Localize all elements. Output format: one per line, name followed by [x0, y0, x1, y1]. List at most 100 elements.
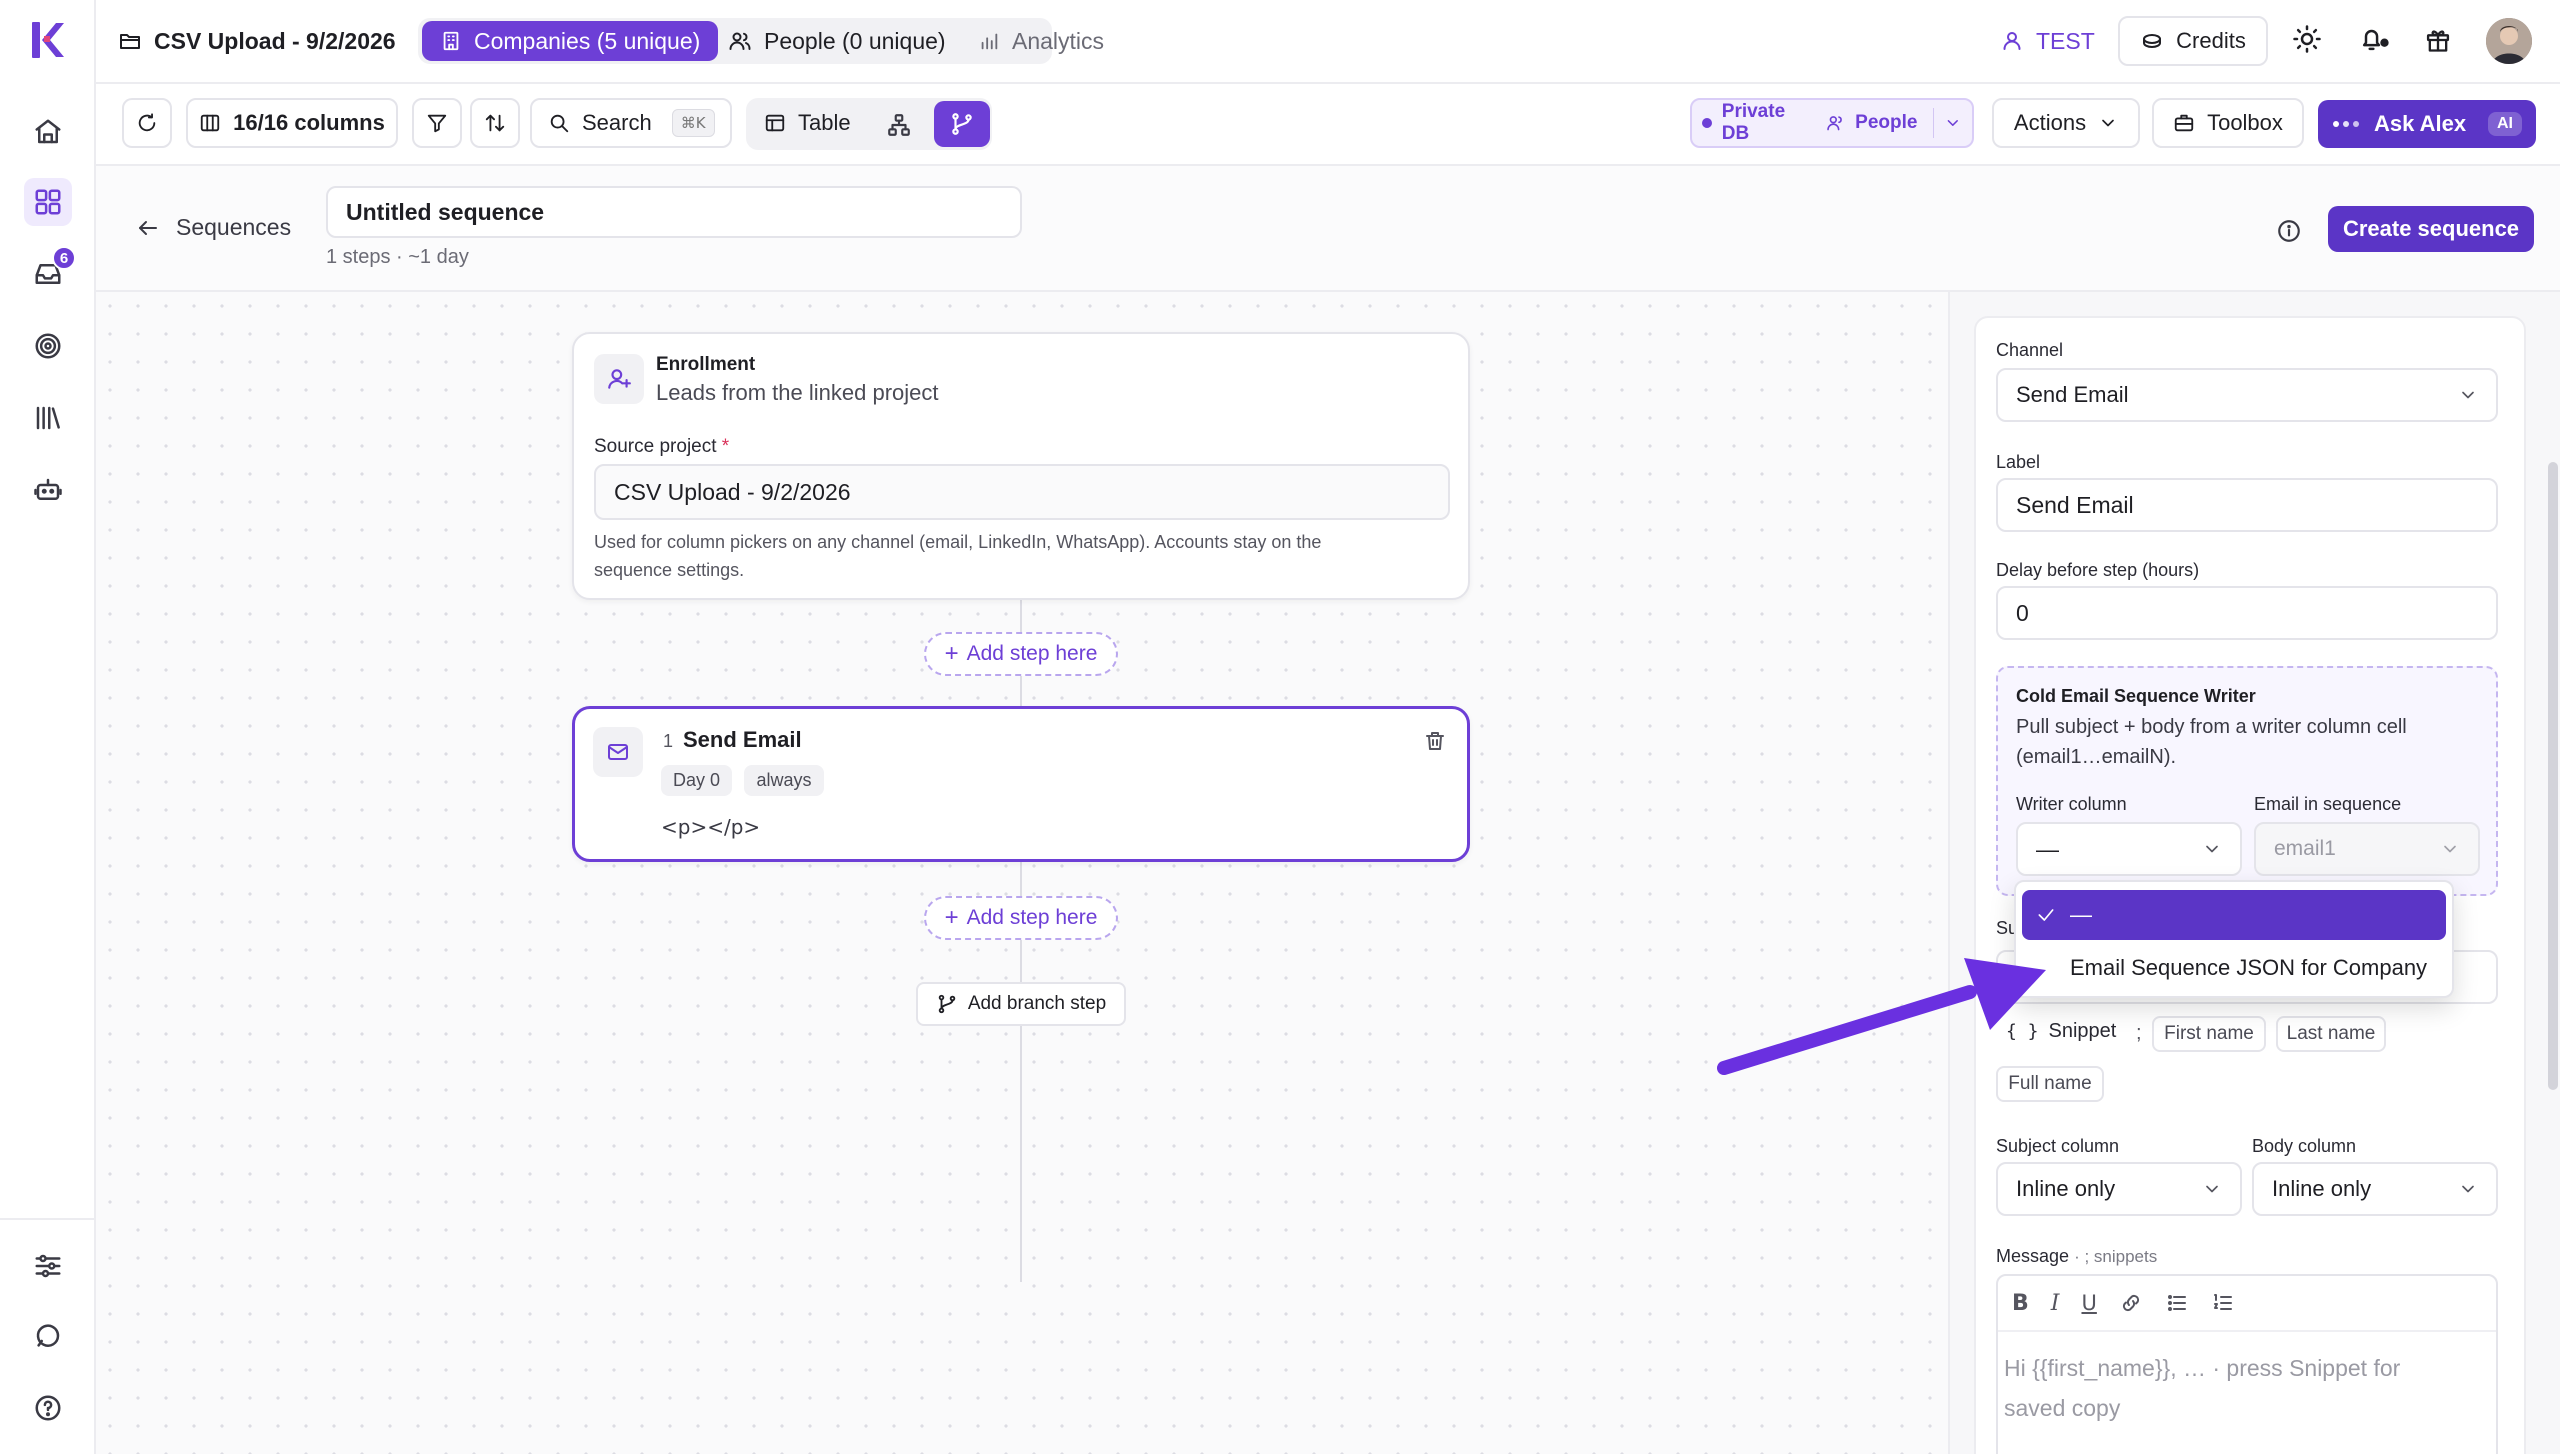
sequence-name-input[interactable]: Untitled sequence: [326, 186, 1022, 238]
check-icon: [2038, 909, 2054, 921]
delay-input[interactable]: 0: [1996, 586, 2498, 640]
view-table-label: Table: [798, 110, 851, 135]
required-marker: *: [721, 436, 730, 457]
search-button[interactable]: Search ⌘K: [530, 98, 732, 148]
sequence-name-value: Untitled sequence: [346, 198, 545, 225]
subject-column-select[interactable]: Inline only: [1996, 1162, 2242, 1216]
dropdown-option-none[interactable]: —: [2022, 890, 2446, 940]
step-card-send-email[interactable]: 1 Send Email Day 0 always <p></p>: [572, 706, 1470, 862]
label-input[interactable]: Send Email: [1996, 478, 2498, 532]
people-icon: [729, 32, 751, 50]
step-chips: Day 0 always: [661, 765, 832, 796]
italic-icon[interactable]: I: [2051, 1291, 2060, 1316]
info-button[interactable]: [2276, 218, 2302, 244]
add-step-button-2[interactable]: + Add step here: [924, 896, 1118, 940]
back-to-sequences[interactable]: Sequences: [136, 214, 291, 241]
view-sequence-button[interactable]: [934, 101, 990, 147]
sequence-canvas[interactable]: Enrollment Leads from the linked project…: [96, 292, 1948, 1454]
channel-select[interactable]: Send Email: [1996, 368, 2498, 422]
project-title[interactable]: CSV Upload - 9/2/2026: [118, 18, 396, 64]
channel-label: Channel: [1996, 340, 2064, 360]
writer-column-select[interactable]: —: [2016, 822, 2242, 876]
link-icon[interactable]: [2119, 1291, 2143, 1315]
building-icon: [443, 31, 459, 51]
create-sequence-button[interactable]: Create sequence: [2328, 206, 2534, 252]
step-number: 1: [663, 731, 674, 751]
app-logo[interactable]: [30, 20, 66, 60]
message-editor[interactable]: B I U Hi {{first_name}}, … · press Snipp…: [1996, 1274, 2498, 1454]
body-column-select[interactable]: Inline only: [2252, 1162, 2498, 1216]
placeholder-line-2: saved copy: [2004, 1395, 2121, 1421]
refresh-button[interactable]: [122, 98, 172, 148]
label-value: Send Email: [2016, 491, 2134, 518]
sequence-meta: 1 steps · ~1 day: [326, 246, 469, 268]
filter-button[interactable]: [412, 98, 462, 148]
workspace-switcher[interactable]: TEST: [2000, 18, 2095, 64]
ask-alex-label: Ask Alex: [2374, 111, 2467, 136]
theme-toggle[interactable]: [2292, 24, 2322, 54]
trash-icon: [1426, 732, 1444, 750]
label-field-label: Label: [1996, 452, 2041, 472]
step-title: Send Email: [683, 727, 802, 752]
tab-analytics[interactable]: Analytics: [978, 18, 1104, 64]
notifications-button[interactable]: [2358, 24, 2390, 54]
step-day-chip: Day 0: [661, 765, 733, 796]
panel-scrollbar[interactable]: [2548, 462, 2558, 1090]
view-hierarchy-button[interactable]: [886, 112, 912, 138]
rail-library-button[interactable]: [24, 394, 72, 442]
view-table-button[interactable]: Table: [764, 100, 851, 146]
rail-settings-button[interactable]: [24, 1242, 72, 1290]
annotation-arrow-icon: [1717, 958, 2046, 1075]
user-icon: [2003, 32, 2021, 50]
chip-first-name[interactable]: First name: [2152, 1016, 2266, 1052]
sliders-icon: [35, 1254, 61, 1278]
tab-people[interactable]: People (0 unique): [728, 18, 946, 64]
avatar[interactable]: [2486, 18, 2532, 64]
bullet-list-icon[interactable]: [2165, 1291, 2189, 1315]
writer-box: Cold Email Sequence Writer Pull subject …: [1996, 666, 2498, 896]
ask-alex-button[interactable]: Ask Alex AI: [2318, 100, 2536, 148]
step-body-preview: <p></p>: [661, 815, 761, 839]
rail-inbox-button[interactable]: 6: [24, 246, 76, 298]
email-in-sequence-select[interactable]: email1: [2254, 822, 2480, 876]
message-hint: · ; snippets: [2074, 1247, 2158, 1266]
rail-help-button[interactable]: [24, 1384, 72, 1432]
dropdown-option-email-sequence[interactable]: Email Sequence JSON for Company: [2022, 944, 2446, 992]
rail-home-button[interactable]: [24, 108, 72, 156]
actions-button[interactable]: Actions: [1992, 98, 2140, 148]
numbered-list-icon[interactable]: [2211, 1291, 2235, 1315]
gift-button[interactable]: [2424, 26, 2452, 54]
add-step-button-1[interactable]: + Add step here: [924, 632, 1118, 676]
delete-step-button[interactable]: [1423, 729, 1447, 753]
actions-label: Actions: [2013, 110, 2087, 135]
branch-icon: [938, 994, 956, 1014]
rail-robot-button[interactable]: [24, 466, 72, 514]
create-sequence-label: Create sequence: [2342, 216, 2520, 241]
message-placeholder: Hi {{first_name}}, … · press Snippet for…: [2004, 1348, 2400, 1428]
add-branch-button[interactable]: Add branch step: [916, 982, 1126, 1026]
underline-icon[interactable]: U: [2081, 1291, 2096, 1315]
tab-companies[interactable]: Companies (5 unique): [422, 21, 719, 61]
toolbox-button[interactable]: Toolbox: [2152, 98, 2304, 148]
bold-icon[interactable]: B: [2012, 1291, 2029, 1316]
chevron-down-icon: [1948, 120, 1959, 126]
enrollment-card[interactable]: Enrollment Leads from the linked project…: [572, 332, 1470, 600]
hierarchy-icon: [888, 114, 910, 136]
placeholder-line-1: Hi {{first_name}}, … · press Snippet for: [2004, 1355, 2401, 1381]
columns-button[interactable]: 16/16 columns: [186, 98, 398, 148]
editor-toolbar: B I U: [1998, 1276, 2496, 1332]
sort-button[interactable]: [470, 98, 520, 148]
rail-target-button[interactable]: [24, 322, 72, 370]
chat-icon: [36, 1324, 60, 1347]
rail-grid-button[interactable]: [24, 178, 72, 226]
writer-description: Pull subject + body from a writer column…: [2016, 712, 2407, 772]
database-selector[interactable]: Private DB People: [1690, 98, 1974, 148]
credits-button[interactable]: Credits: [2118, 16, 2268, 66]
filter-icon: [427, 114, 447, 133]
people-icon: [1826, 116, 1842, 131]
rail-chat-button[interactable]: [24, 1312, 72, 1360]
source-project-field[interactable]: CSV Upload - 9/2/2026: [594, 464, 1450, 520]
columns-label: 16/16 columns: [233, 110, 385, 135]
target-icon: [35, 333, 61, 359]
chip-last-name[interactable]: Last name: [2276, 1016, 2386, 1052]
